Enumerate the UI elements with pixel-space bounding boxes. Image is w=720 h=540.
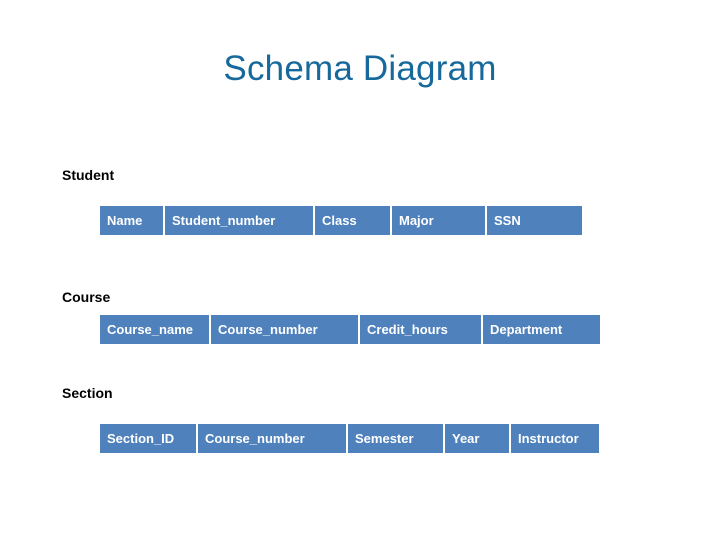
attribute-cell-semester: Semester [348,424,443,453]
slide-canvas: Schema Diagram Student Name Student_numb… [0,0,720,540]
entity-section: Section Section_ID Course_number Semeste… [62,384,622,454]
entity-course: Course Course_name Course_number Credit_… [62,288,622,358]
entity-label-student: Student [62,167,115,183]
attribute-row-course: Course_name Course_number Credit_hours D… [100,315,600,344]
attribute-cell-department: Department [483,315,600,344]
attribute-cell-student-number: Student_number [165,206,313,235]
attribute-cell-credit-hours: Credit_hours [360,315,481,344]
entity-label-section: Section [62,385,113,401]
attribute-cell-instructor: Instructor [511,424,599,453]
attribute-cell-major: Major [392,206,485,235]
attribute-cell-section-id: Section_ID [100,424,196,453]
attribute-cell-year: Year [445,424,509,453]
entity-label-course: Course [62,289,111,305]
attribute-row-student: Name Student_number Class Major SSN [100,206,582,235]
attribute-cell-course-name: Course_name [100,315,209,344]
attribute-cell-ssn: SSN [487,206,582,235]
attribute-cell-course-number: Course_number [211,315,358,344]
attribute-cell-class: Class [315,206,390,235]
page-title: Schema Diagram [223,49,497,88]
attribute-cell-name: Name [100,206,163,235]
entity-student: Student Name Student_number Class Major … [62,166,622,236]
attribute-row-section: Section_ID Course_number Semester Year I… [100,424,599,453]
attribute-cell-section-course-number: Course_number [198,424,346,453]
